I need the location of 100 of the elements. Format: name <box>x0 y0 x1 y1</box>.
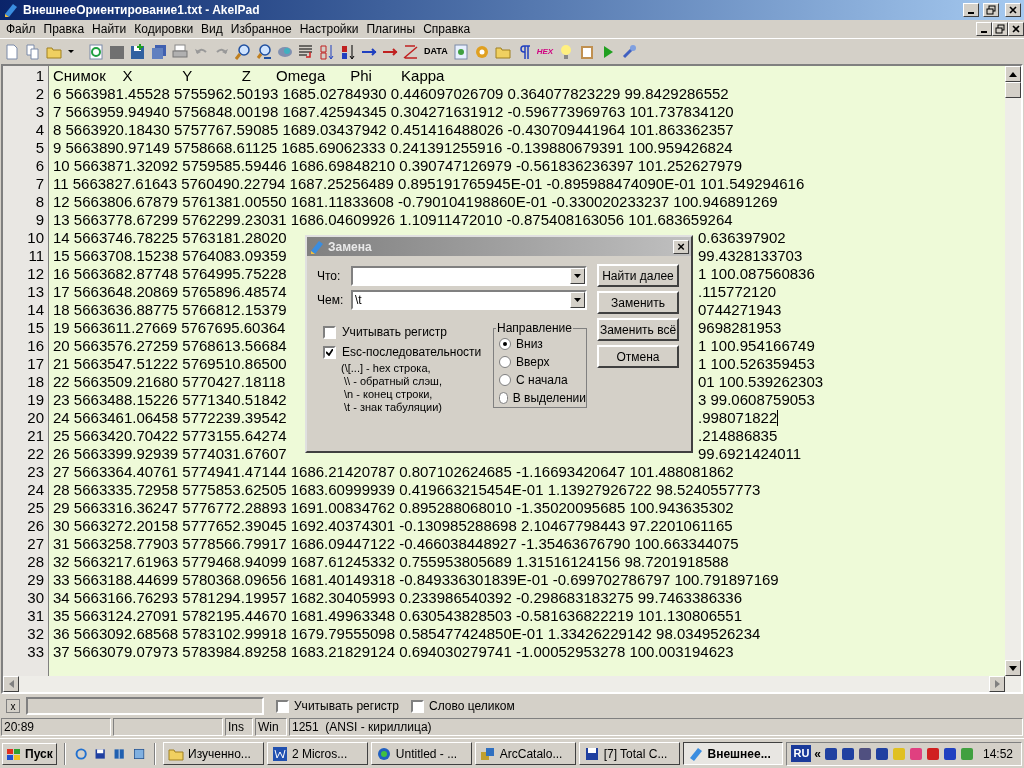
menu-item[interactable]: Найти <box>88 20 131 38</box>
taskbar-button[interactable]: 2 Micros... <box>266 742 368 765</box>
wrench-icon[interactable] <box>621 43 638 60</box>
language-indicator[interactable]: RU <box>791 745 812 762</box>
dialog-button[interactable]: Заменить всё <box>597 318 679 341</box>
globe-icon <box>375 745 392 762</box>
windows-logo-icon <box>6 746 22 761</box>
radio-button[interactable] <box>499 355 511 368</box>
menu-item[interactable]: Плагины <box>362 20 420 38</box>
minimize-button[interactable] <box>963 3 979 17</box>
strikethrough-icon[interactable] <box>403 43 419 60</box>
document-minimize-button[interactable] <box>976 22 992 36</box>
dialog-button[interactable]: Найти далее <box>597 264 679 287</box>
text-line: 14 5663746.78225 5763181.28020 <box>53 229 287 247</box>
dialog-button[interactable]: Отмена <box>597 345 679 368</box>
browser-icon[interactable] <box>74 745 87 762</box>
text-line: 7 5663959.94940 5756848.00198 1687.42594345 0.304271631912 -0.596773969763 101.737834120 <box>53 103 734 121</box>
sort-ascending-icon[interactable] <box>319 43 335 60</box>
start-button[interactable]: Пуск <box>2 742 57 765</box>
data-button[interactable]: DATA <box>424 44 448 59</box>
taskbar-button[interactable]: ArcCatalo... <box>474 742 576 765</box>
close-button[interactable]: × <box>673 239 689 254</box>
combo-box[interactable]: \t <box>351 290 587 310</box>
line-number: 20 <box>26 409 45 427</box>
radio-button[interactable] <box>499 391 508 404</box>
taskbar-button[interactable]: Внешнее... <box>682 742 784 765</box>
line-number: 22 <box>26 445 45 463</box>
scroll-down-button[interactable] <box>1005 660 1021 676</box>
text-line: 32 5663217.61963 5779468.94099 1687.61245332 0.755953805689 1.31516124156 98.7201918588 <box>53 553 729 571</box>
check-icon <box>326 348 333 356</box>
search-replace-icon[interactable] <box>256 43 272 60</box>
radio-label[interactable]: Вниз <box>516 334 543 353</box>
checkbox-label[interactable]: Слово целиком <box>429 697 515 715</box>
expand-tray-button[interactable]: « <box>814 744 821 763</box>
search-field[interactable] <box>26 697 264 715</box>
text-line: 27 5663364.40761 5774941.47144 1686.21420787 0.807102624685 -1.16693420647 101.488081862 <box>53 463 734 481</box>
menu-item[interactable]: Кодировки <box>130 20 198 38</box>
taskbar-button[interactable]: Изученно... <box>163 742 264 765</box>
text-line: 0744271943 <box>698 301 782 319</box>
clipboard-icon[interactable] <box>579 43 596 60</box>
line-number: 26 <box>26 517 45 535</box>
menu-item[interactable]: Файл <box>2 20 40 38</box>
text-line: 0.636397902 <box>698 229 786 247</box>
app-icon <box>309 238 325 255</box>
scroll-thumb[interactable] <box>1005 82 1021 98</box>
text-line: 12 5663806.67879 5761381.00550 1681.11833608 -0.790104198860E-01 -0.330020233237 100.946891269 <box>53 193 778 211</box>
print-icon[interactable] <box>172 43 188 60</box>
close-button[interactable]: x <box>6 699 20 713</box>
scroll-left-button[interactable] <box>3 676 19 692</box>
checkbox[interactable] <box>411 699 425 713</box>
menu-item[interactable]: Настройки <box>295 20 363 38</box>
text-line: 25 5663420.70422 5773155.64274 <box>53 427 287 445</box>
line-number: 17 <box>26 355 45 373</box>
scroll-up-button[interactable] <box>1005 66 1021 82</box>
radio-label[interactable]: В выделении <box>512 388 586 407</box>
new-document-icon[interactable] <box>4 43 20 60</box>
taskbar-button[interactable]: Untitled - ... <box>370 742 472 765</box>
radio-label[interactable]: Вверх <box>516 352 550 371</box>
vertical-scrollbar[interactable] <box>1005 66 1021 676</box>
save-all-icon[interactable] <box>151 43 167 60</box>
dropdown-arrow-icon <box>574 298 581 302</box>
close-icon <box>1008 5 1018 15</box>
checkbox-label[interactable]: Учитывать регистр <box>294 697 400 715</box>
restore-button[interactable] <box>983 3 999 17</box>
status-field: 1251 (ANSI - кириллица) <box>289 718 1023 736</box>
gear-icon[interactable] <box>473 43 490 60</box>
checkbox-label[interactable]: Учитывать регистр <box>342 323 448 341</box>
scroll-right-button[interactable] <box>989 676 1005 692</box>
wrap-lines-icon[interactable] <box>298 43 314 60</box>
menu-item[interactable]: Справка <box>419 20 475 38</box>
search-icon[interactable] <box>235 43 251 60</box>
copy-document-icon[interactable] <box>25 43 41 60</box>
line-number: 16 <box>26 337 45 355</box>
dialog-title: Замена <box>328 238 373 256</box>
document-close-button[interactable] <box>1008 22 1024 36</box>
document-restore-button[interactable] <box>992 22 1008 36</box>
radio-label[interactable]: С начала <box>516 370 568 389</box>
status-field: Ins <box>225 718 253 736</box>
line-number: 3 <box>34 103 45 121</box>
menu-item[interactable]: Вид <box>197 20 227 38</box>
left-arrow-icon <box>8 680 14 688</box>
radio-button[interactable] <box>499 337 511 350</box>
save-icon[interactable] <box>130 43 146 60</box>
checkbox[interactable] <box>323 325 336 339</box>
pen-icon <box>687 745 704 762</box>
text-line: 8 5663920.18430 5757767.59085 1689.03437942 0.451416488026 -0.430709441964 101.863362357 <box>53 121 734 139</box>
checkbox-label[interactable]: Esc-последовательности <box>342 343 482 361</box>
close-button[interactable] <box>1005 3 1021 17</box>
menu-item[interactable]: Избранное <box>226 20 296 38</box>
sort-descending-icon[interactable] <box>340 43 356 60</box>
menu-item[interactable]: Правка <box>39 20 89 38</box>
reload-icon[interactable] <box>88 43 104 60</box>
radio-button[interactable] <box>499 373 511 386</box>
checkbox[interactable] <box>323 345 336 359</box>
combo-box[interactable] <box>351 266 587 286</box>
checkbox[interactable] <box>276 699 289 713</box>
text-line: 1 100.526359453 <box>698 355 815 373</box>
taskbar-button[interactable]: [7] Total C... <box>578 742 680 765</box>
dialog-button[interactable]: Заменить <box>597 291 679 314</box>
horizontal-scrollbar[interactable] <box>3 676 1021 692</box>
